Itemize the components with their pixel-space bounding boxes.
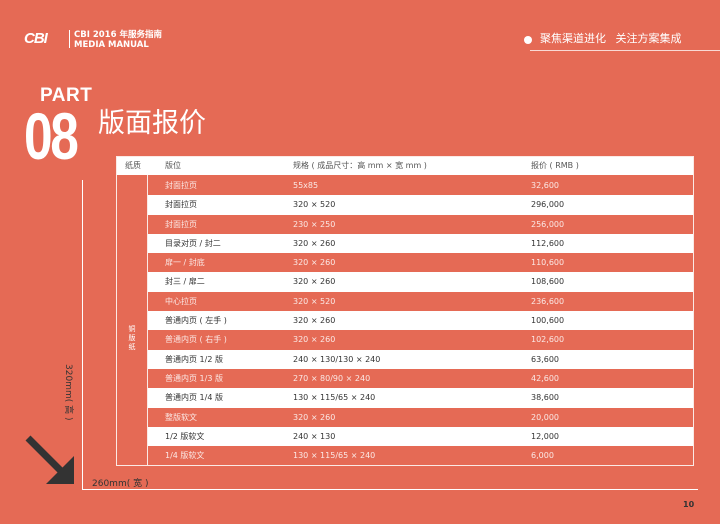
logo-divider: [69, 30, 70, 48]
cell-layout: 普通内页 1/2 版: [165, 354, 223, 364]
cell-size: 320 × 520: [293, 200, 336, 210]
cell-layout: 中心拉页: [165, 296, 197, 306]
cell-size: 320 × 260: [293, 412, 336, 422]
cbi-logo: CBI: [24, 30, 48, 47]
cell-size: 320 × 520: [293, 296, 336, 306]
header-rule: [530, 50, 720, 51]
table-row: 整版软文 320 × 260 20,000: [148, 408, 693, 427]
part-number: 08: [24, 99, 79, 173]
cell-price: 12,000: [531, 431, 559, 441]
header-layout: 版位: [165, 161, 181, 170]
table-row: 普通内页 ( 右手 ) 320 × 260 102,600: [148, 330, 693, 349]
cell-price: 296,000: [531, 200, 565, 210]
height-dimension-line: [82, 180, 83, 490]
cell-layout: 封三 / 扉二: [165, 277, 205, 287]
cell-layout: 目录对页 / 封二: [165, 238, 221, 248]
cell-size: 240 × 130/130 × 240: [293, 354, 381, 364]
cell-price: 6,000: [531, 451, 554, 461]
cell-layout: 普通内页 ( 右手 ): [165, 335, 227, 345]
cell-layout: 封面拉页: [165, 200, 197, 210]
table-row: 封面拉页 320 × 520 296,000: [148, 195, 693, 215]
page-header: CBI CBI 2016 年服务指南 MEDIA MANUAL 聚焦渠道进化 关…: [0, 0, 720, 60]
table-row: 1/4 版软文 130 × 115/65 × 240 6,000: [148, 446, 693, 465]
cell-layout: 封面拉页: [165, 219, 197, 229]
cell-price: 256,000: [531, 219, 565, 229]
paper-type-cell: 铜版纸: [117, 175, 148, 465]
cell-size: 240 × 130: [293, 431, 336, 441]
table-row: 封三 / 扉二 320 × 260 108,600: [148, 272, 693, 292]
table-row: 1/2 版软文 240 × 130 12,000: [148, 426, 693, 447]
cell-size: 320 × 260: [293, 316, 336, 326]
cell-layout: 扉一 / 封底: [165, 258, 205, 268]
cell-size: 320 × 260: [293, 238, 336, 248]
cell-price: 102,600: [531, 335, 565, 345]
table-row: 普通内页 1/2 版 240 × 130/130 × 240 63,600: [148, 349, 693, 369]
header-price: 报价 ( RMB ): [531, 161, 579, 170]
cell-size: 230 × 250: [293, 219, 336, 229]
cell-price: 108,600: [531, 277, 565, 287]
cell-size: 55x85: [293, 181, 319, 190]
table-row: 目录对页 / 封二 320 × 260 112,600: [148, 233, 693, 254]
diagonal-arrow-icon: [25, 435, 74, 484]
cell-layout: 1/2 版软文: [165, 431, 205, 441]
cell-price: 236,600: [531, 296, 565, 306]
cell-price: 20,000: [531, 412, 559, 422]
width-dimension-line: [82, 489, 698, 490]
header-dot-icon: [524, 36, 532, 44]
cell-price: 32,600: [531, 181, 559, 190]
table-row: 普通内页 ( 左手 ) 320 × 260 100,600: [148, 311, 693, 331]
cell-layout: 普通内页 1/4 版: [165, 393, 223, 403]
cell-layout: 普通内页 ( 左手 ): [165, 316, 227, 326]
cell-price: 42,600: [531, 373, 559, 383]
cell-price: 100,600: [531, 316, 565, 326]
cell-size: 320 × 260: [293, 258, 336, 268]
header-size: 规格 ( 成品尺寸：高 mm × 宽 mm ): [293, 161, 427, 170]
table-header: 纸质 版位 规格 ( 成品尺寸：高 mm × 宽 mm ) 报价 ( RMB ): [117, 157, 693, 175]
cell-layout: 封面拉页: [165, 181, 197, 190]
table-body: 封面拉页 55x85 32,600 封面拉页 320 × 520 296,000 封面拉页 2…: [148, 176, 693, 465]
cell-size: 130 × 115/65 × 240: [293, 451, 376, 461]
cell-layout: 1/4 版软文: [165, 451, 205, 461]
table-row: 普通内页 1/3 版 270 × 80/90 × 240 42,600: [148, 369, 693, 388]
table-row: 扉一 / 封底 320 × 260 110,600: [148, 253, 693, 272]
cell-size: 270 × 80/90 × 240: [293, 373, 371, 383]
width-dimension-label: 260mm( 宽 ): [92, 479, 149, 489]
section-title: 版面报价: [98, 108, 206, 139]
cell-layout: 整版软文: [165, 412, 197, 422]
height-dimension-label: 320mm( 高 ): [63, 364, 73, 421]
price-table: 纸质 版位 规格 ( 成品尺寸：高 mm × 宽 mm ) 报价 ( RMB )…: [116, 156, 694, 466]
header-paper: 纸质: [125, 161, 141, 170]
paper-type: 铜版纸: [128, 325, 136, 351]
cell-size: 320 × 260: [293, 277, 336, 287]
cell-price: 112,600: [531, 238, 565, 248]
brand-title: CBI 2016 年服务指南: [74, 30, 162, 40]
table-row: 普通内页 1/4 版 130 × 115/65 × 240 38,600: [148, 388, 693, 408]
cell-price: 38,600: [531, 393, 559, 403]
table-row: 中心拉页 320 × 520 236,600: [148, 292, 693, 311]
cell-layout: 普通内页 1/3 版: [165, 373, 223, 383]
cell-size: 130 × 115/65 × 240: [293, 393, 376, 403]
header-tagline: 聚焦渠道进化 关注方案集成: [540, 32, 682, 45]
cell-price: 110,600: [531, 258, 565, 268]
page-number: 10: [683, 500, 695, 509]
cell-size: 320 × 260: [293, 335, 336, 345]
brand-subtitle: MEDIA MANUAL: [74, 40, 149, 50]
cell-price: 63,600: [531, 354, 559, 364]
table-row: 封面拉页 230 × 250 256,000: [148, 215, 693, 234]
table-row: 封面拉页 55x85 32,600: [148, 176, 693, 195]
